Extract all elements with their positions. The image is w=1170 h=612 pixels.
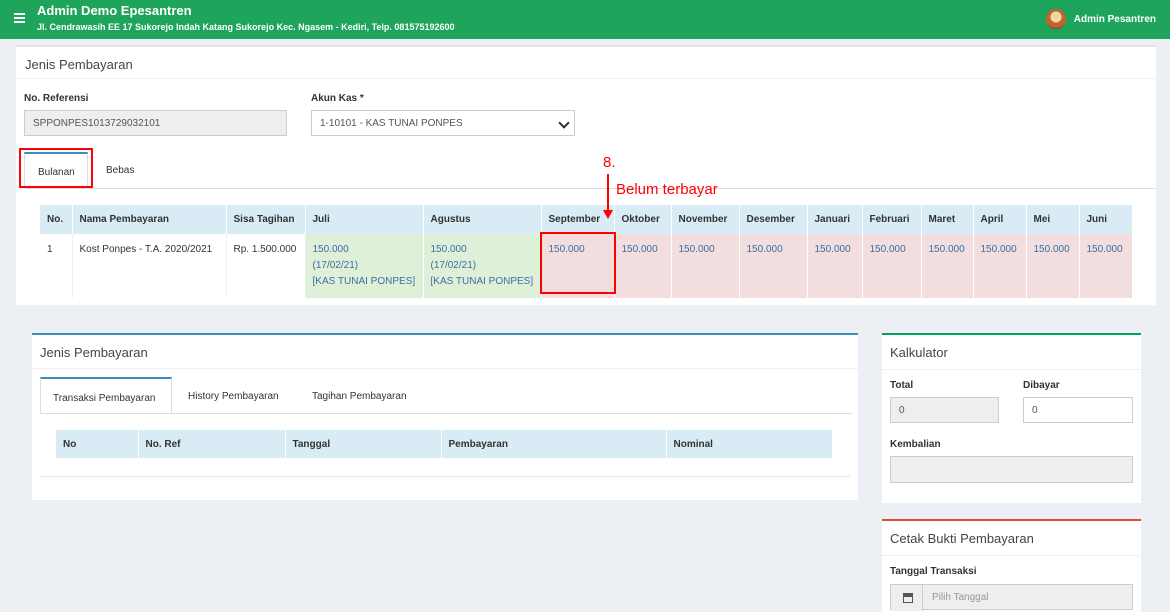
ref-label: No. Referensi bbox=[24, 93, 89, 104]
table-row: 1 Kost Ponpes - T.A. 2020/2021 Rp. 1.500… bbox=[40, 234, 1133, 298]
kembalian-field bbox=[890, 456, 1133, 483]
monthly-bill-table: No. Nama Pembayaran Sisa Tagihan Juli Ag… bbox=[40, 205, 1133, 298]
col-januari: Januari bbox=[807, 205, 863, 234]
col-desember: Desember bbox=[739, 205, 808, 234]
table-header-row: No. Nama Pembayaran Sisa Tagihan Juli Ag… bbox=[40, 205, 1133, 234]
col-mei: Mei bbox=[1026, 205, 1080, 234]
transaction-box: Jenis Pembayaran Transaksi Pembayaran Hi… bbox=[32, 333, 858, 500]
cell-desember-unpaid[interactable]: 150.000 bbox=[739, 234, 808, 298]
cell-januari-unpaid[interactable]: 150.000 bbox=[807, 234, 863, 298]
app-title: Admin Demo Epesantren bbox=[37, 3, 192, 18]
col-no: No. bbox=[40, 205, 73, 234]
calculator-box: Kalkulator Total 0 Dibayar 0 Kembalian bbox=[882, 333, 1141, 503]
box-title: Cetak Bukti Pembayaran bbox=[890, 531, 1034, 546]
col-no-ref: No. Ref bbox=[138, 430, 286, 458]
row-no: 1 bbox=[40, 234, 73, 298]
kembalian-label: Kembalian bbox=[890, 439, 941, 450]
col-april: April bbox=[973, 205, 1027, 234]
cell-oktober-unpaid[interactable]: 150.000 bbox=[614, 234, 672, 298]
print-receipt-box: Cetak Bukti Pembayaran Tanggal Transaksi… bbox=[882, 519, 1141, 612]
tab-tagihan-pembayaran[interactable]: Tagihan Pembayaran bbox=[312, 391, 407, 402]
cell-september-unpaid[interactable]: 150.000 bbox=[541, 234, 615, 298]
total-label: Total bbox=[890, 380, 914, 391]
divider bbox=[882, 369, 1141, 370]
cell-amount: 150.000 bbox=[312, 244, 349, 255]
col-maret: Maret bbox=[921, 205, 974, 234]
col-juli: Juli bbox=[305, 205, 424, 234]
cell-februari-unpaid[interactable]: 150.000 bbox=[862, 234, 922, 298]
avatar bbox=[1045, 9, 1066, 29]
akun-kas-value: 1-10101 - KAS TUNAI PONPES bbox=[320, 117, 463, 129]
tabs-divider bbox=[24, 188, 1156, 189]
ref-field: SPPONPES1013729032101 bbox=[24, 110, 287, 136]
row-sisa: Rp. 1.500.000 bbox=[226, 234, 306, 298]
tab-transaksi-pembayaran[interactable]: Transaksi Pembayaran bbox=[40, 377, 172, 414]
app-address: Jl. Cendrawasih EE 17 Sukorejo Indah Kat… bbox=[37, 22, 455, 32]
box-title: Jenis Pembayaran bbox=[40, 345, 148, 360]
annotation-label: Belum terbayar bbox=[616, 181, 718, 198]
tab-bebas[interactable]: Bebas bbox=[106, 165, 134, 176]
col-nominal: Nominal bbox=[666, 430, 833, 458]
tabs-divider bbox=[40, 413, 852, 414]
cell-maret-unpaid[interactable]: 150.000 bbox=[921, 234, 974, 298]
cell-date: (17/02/21) bbox=[430, 260, 477, 271]
col-februari: Februari bbox=[862, 205, 922, 234]
cell-date: (17/02/21) bbox=[312, 260, 359, 271]
col-agustus: Agustus bbox=[423, 205, 542, 234]
akun-kas-select[interactable]: 1-10101 - KAS TUNAI PONPES bbox=[311, 110, 575, 136]
annotation-arrow bbox=[607, 174, 609, 211]
col-oktober: Oktober bbox=[614, 205, 672, 234]
col-juni: Juni bbox=[1079, 205, 1133, 234]
annotation-arrowhead-icon bbox=[603, 210, 613, 219]
cell-amount: 150.000 bbox=[430, 244, 467, 255]
table-header-row: No No. Ref Tanggal Pembayaran Nominal bbox=[56, 430, 833, 458]
box-title: Jenis Pembayaran bbox=[25, 57, 133, 72]
top-navbar: Admin Demo Epesantren Jl. Cendrawasih EE… bbox=[0, 0, 1170, 39]
user-name: Admin Pesantren bbox=[1073, 13, 1156, 25]
col-november: November bbox=[671, 205, 740, 234]
tab-bulanan[interactable]: Bulanan bbox=[24, 152, 88, 188]
date-picker-input[interactable]: Pilih Tanggal bbox=[890, 584, 1133, 611]
payment-type-box: Jenis Pembayaran No. Referensi SPPONPES1… bbox=[16, 45, 1156, 305]
cell-juli-paid[interactable]: 150.000 (17/02/21) [KAS TUNAI PONPES] bbox=[305, 234, 424, 298]
divider bbox=[882, 555, 1141, 556]
menu-toggle-icon[interactable] bbox=[14, 13, 25, 23]
divider bbox=[32, 368, 858, 369]
akun-kas-label: Akun Kas * bbox=[311, 93, 364, 104]
cell-mei-unpaid[interactable]: 150.000 bbox=[1026, 234, 1080, 298]
divider bbox=[40, 476, 850, 477]
divider bbox=[16, 78, 1156, 79]
tab-history-pembayaran[interactable]: History Pembayaran bbox=[188, 391, 279, 402]
tanggal-label: Tanggal Transaksi bbox=[890, 566, 977, 577]
user-menu[interactable]: Admin Pesantren bbox=[1045, 9, 1156, 29]
total-field: 0 bbox=[890, 397, 999, 423]
col-sisa: Sisa Tagihan bbox=[226, 205, 306, 234]
calendar-addon bbox=[891, 585, 923, 611]
calendar-icon bbox=[903, 593, 913, 603]
dibayar-label: Dibayar bbox=[1023, 380, 1060, 391]
row-nama: Kost Ponpes - T.A. 2020/2021 bbox=[72, 234, 227, 298]
col-tanggal: Tanggal bbox=[285, 430, 442, 458]
cell-november-unpaid[interactable]: 150.000 bbox=[671, 234, 740, 298]
box-title: Kalkulator bbox=[890, 345, 948, 360]
col-pembayaran: Pembayaran bbox=[441, 430, 667, 458]
col-no: No bbox=[56, 430, 139, 458]
col-nama: Nama Pembayaran bbox=[72, 205, 227, 234]
dibayar-input[interactable]: 0 bbox=[1023, 397, 1133, 423]
cell-juni-unpaid[interactable]: 150.000 bbox=[1079, 234, 1133, 298]
cell-account: [KAS TUNAI PONPES] bbox=[312, 276, 416, 287]
cell-april-unpaid[interactable]: 150.000 bbox=[973, 234, 1027, 298]
payment-table: No No. Ref Tanggal Pembayaran Nominal bbox=[56, 430, 833, 458]
cell-agustus-paid[interactable]: 150.000 (17/02/21) [KAS TUNAI PONPES] bbox=[423, 234, 542, 298]
chevron-down-icon bbox=[558, 117, 570, 129]
date-placeholder: Pilih Tanggal bbox=[932, 591, 989, 603]
annotation-step: 8. bbox=[603, 154, 616, 171]
cell-account: [KAS TUNAI PONPES] bbox=[430, 276, 534, 287]
